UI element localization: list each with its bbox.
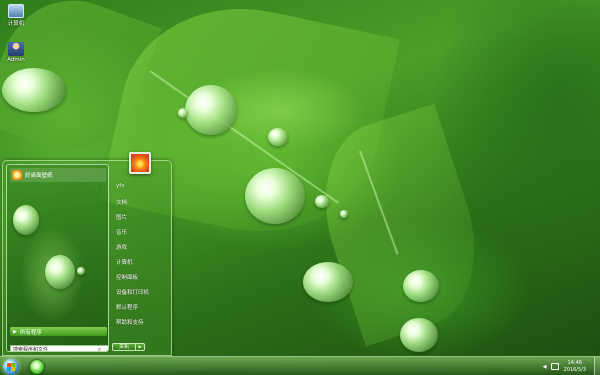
arrow-right-icon: ▶: [13, 328, 17, 335]
water-drop: [400, 318, 438, 352]
desktop-icon-admin[interactable]: Admin: [2, 42, 30, 63]
shutdown-group: 关机 ▶: [112, 343, 145, 351]
water-drop: [77, 267, 85, 275]
desktop-icon-label: Admin: [7, 57, 25, 63]
start-menu: 好桌面壁纸 ▶ 所有程序 ⌕ yfx 文档 图片 音乐 游戏 计算机 控制面板 …: [2, 152, 172, 356]
desktop-icon-label: 计算机: [7, 21, 25, 27]
water-drop: [13, 205, 39, 235]
clock-date: 2016/5/3: [563, 366, 586, 373]
start-menu-recent-item[interactable]: 好桌面壁纸: [10, 168, 106, 182]
clock-time: 14:46: [567, 359, 582, 366]
start-item-user-folder[interactable]: yfx: [116, 183, 124, 189]
user-avatar[interactable]: [129, 152, 151, 174]
user-folder-icon: [8, 42, 24, 56]
show-hidden-icons-icon[interactable]: ◀: [543, 364, 547, 370]
system-tray: ◀ 14:46 2016/5/3: [543, 357, 600, 375]
start-button[interactable]: [3, 359, 19, 375]
wallpaper-app-icon: [12, 170, 22, 180]
start-search-box[interactable]: ⌕: [10, 345, 108, 352]
clock[interactable]: 14:46 2016/5/3: [564, 360, 586, 374]
network-icon[interactable]: [550, 363, 559, 370]
water-drop: [403, 270, 439, 302]
water-drop: [245, 168, 305, 224]
search-input[interactable]: [13, 346, 98, 351]
start-menu-places-pane: yfx 文档 图片 音乐 游戏 计算机 控制面板 设备和打印机 默认程序 帮助和…: [112, 152, 170, 352]
start-item-music[interactable]: 音乐: [116, 228, 127, 236]
taskbar: ◀ 14:46 2016/5/3: [0, 356, 600, 375]
shutdown-options-arrow[interactable]: ▶: [136, 343, 145, 351]
shutdown-button[interactable]: 关机: [112, 343, 136, 351]
start-item-control-panel[interactable]: 控制面板: [116, 273, 138, 281]
taskbar-app-icon[interactable]: [30, 360, 44, 374]
show-desktop-button[interactable]: [594, 357, 600, 375]
start-item-help-support[interactable]: 帮助和支持: [116, 318, 144, 326]
water-drop: [340, 210, 348, 218]
start-item-computer[interactable]: 计算机: [116, 258, 133, 266]
water-drop: [185, 85, 237, 135]
windows-logo-icon: [7, 363, 15, 371]
start-menu-programs-pane: 好桌面壁纸 ▶ 所有程序 ⌕: [6, 164, 109, 352]
recent-item-label: 好桌面壁纸: [25, 173, 53, 179]
start-item-pictures[interactable]: 图片: [116, 213, 127, 221]
water-drop: [268, 128, 288, 146]
water-drop: [2, 68, 66, 112]
water-drop: [178, 108, 188, 118]
start-item-default-programs[interactable]: 默认程序: [116, 303, 138, 311]
search-icon[interactable]: ⌕: [98, 346, 101, 352]
desktop-icon-computer[interactable]: 计算机: [2, 4, 30, 27]
all-programs-label: 所有程序: [19, 329, 42, 336]
water-drop: [303, 262, 353, 302]
start-item-games[interactable]: 游戏: [116, 243, 127, 251]
water-drop: [45, 255, 75, 289]
computer-icon: [8, 4, 24, 18]
start-item-documents[interactable]: 文档: [116, 198, 127, 206]
start-item-devices-printers[interactable]: 设备和打印机: [116, 288, 149, 296]
water-drop: [315, 195, 329, 208]
all-programs-button[interactable]: ▶ 所有程序: [10, 327, 107, 336]
